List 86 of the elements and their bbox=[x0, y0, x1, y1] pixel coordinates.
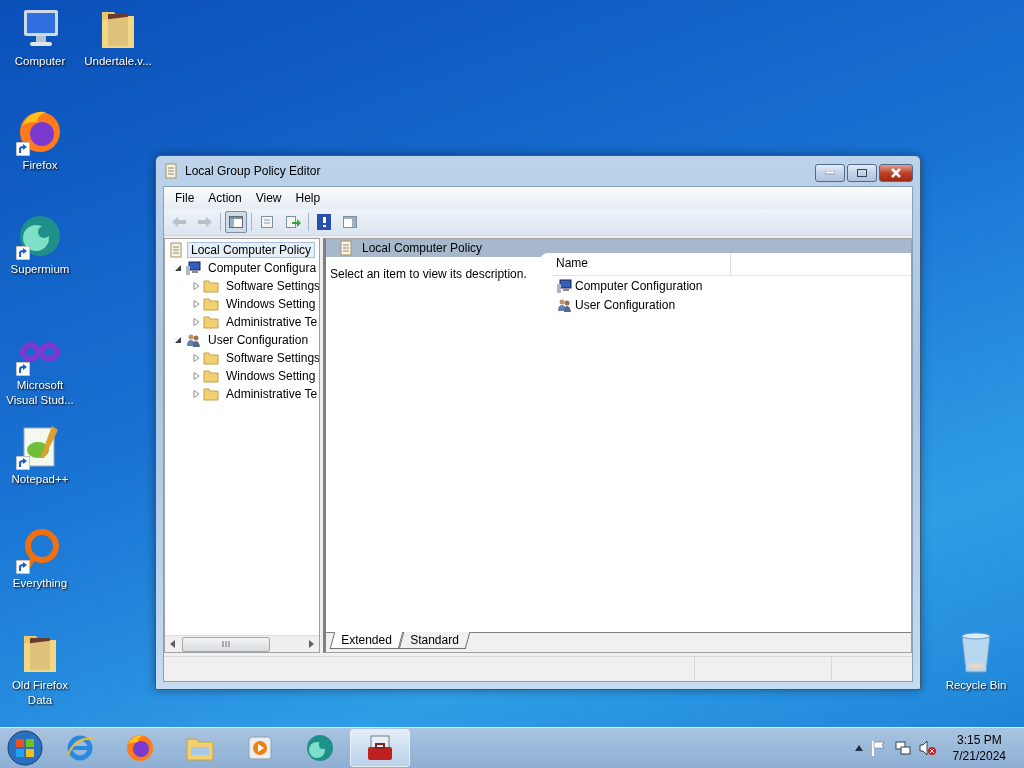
tree-item[interactable]: Administrative Te bbox=[222, 386, 319, 402]
view-tab[interactable]: Extended bbox=[329, 632, 403, 649]
flag-icon[interactable] bbox=[870, 740, 887, 756]
desktop-icon-label[interactable]: Computer bbox=[14, 54, 66, 69]
globe-icon bbox=[125, 733, 155, 763]
users-icon bbox=[185, 332, 201, 348]
desktop-icon-label[interactable]: Undertale.v... bbox=[84, 54, 152, 69]
desktop-icon-label[interactable]: Microsoft Visual Stud... bbox=[0, 378, 80, 408]
pane-header-title: Local Computer Policy bbox=[362, 241, 483, 255]
desktop-icon-label[interactable]: Everything bbox=[12, 576, 68, 591]
scrollbar-thumb[interactable] bbox=[182, 636, 270, 652]
maximize-button[interactable] bbox=[847, 164, 877, 182]
clock-date[interactable]: 7/21/2024 bbox=[952, 748, 1006, 764]
folder-icon bbox=[203, 368, 219, 384]
expand-arrow-icon[interactable] bbox=[193, 282, 200, 290]
folder-icon bbox=[203, 386, 219, 402]
shortcut-arrow-icon bbox=[16, 560, 30, 574]
tree-toggle-button[interactable] bbox=[225, 211, 247, 233]
tree-item[interactable]: Windows Setting bbox=[222, 368, 319, 384]
tree-item[interactable]: Windows Setting bbox=[222, 296, 319, 312]
grip-icon bbox=[222, 641, 230, 647]
folder-icon bbox=[203, 314, 219, 330]
tree-item[interactable]: User Configuration bbox=[204, 332, 313, 348]
minimize-button[interactable] bbox=[815, 164, 845, 182]
window-title: Local Group Policy Editor bbox=[185, 164, 322, 178]
shortcut-arrow-icon bbox=[16, 142, 30, 156]
scroll-right-icon[interactable] bbox=[306, 640, 316, 648]
network-icon[interactable] bbox=[894, 740, 911, 756]
right-arrow-icon bbox=[197, 216, 213, 228]
left-arrow-icon bbox=[171, 216, 187, 228]
tree-item[interactable]: Local Computer Policy bbox=[187, 242, 316, 258]
action-pane-icon bbox=[343, 216, 357, 228]
play-icon bbox=[245, 733, 275, 763]
folder-icon bbox=[203, 278, 219, 294]
minimize-icon bbox=[825, 171, 835, 175]
clock-time[interactable]: 3:15 PM bbox=[956, 732, 1002, 748]
view-tab[interactable]: Standard bbox=[398, 632, 470, 649]
desktop-icon-label[interactable]: Notepad++ bbox=[11, 472, 69, 487]
list-item[interactable]: User Configuration bbox=[575, 297, 676, 312]
menu-item[interactable]: Help bbox=[288, 189, 328, 207]
document-icon bbox=[163, 163, 179, 179]
muted-speaker-icon[interactable] bbox=[918, 740, 937, 756]
desktop-icon-label[interactable]: Firefox bbox=[22, 158, 58, 173]
tree-item[interactable]: Computer Configura bbox=[204, 260, 319, 276]
menu-item[interactable]: View bbox=[248, 189, 289, 207]
tree-item[interactable]: Software Settings bbox=[222, 278, 319, 294]
shortcut-arrow-icon bbox=[16, 246, 30, 260]
toolbox-icon bbox=[365, 733, 395, 763]
sheet-icon bbox=[260, 215, 274, 229]
caret-icon[interactable] bbox=[854, 745, 863, 751]
orb-icon bbox=[305, 733, 335, 763]
menu-item[interactable]: Action bbox=[201, 189, 249, 207]
list-item[interactable]: Computer Configuration bbox=[575, 278, 703, 293]
computer-icon bbox=[556, 277, 572, 294]
horizontal-scrollbar[interactable] bbox=[165, 635, 319, 652]
folder-icon bbox=[203, 350, 219, 366]
collapse-arrow-icon[interactable] bbox=[175, 336, 182, 344]
taskbar-app-button[interactable] bbox=[350, 729, 410, 767]
tree-item[interactable]: Software Settings bbox=[222, 350, 319, 366]
expand-arrow-icon[interactable] bbox=[193, 354, 200, 362]
maximize-icon bbox=[857, 169, 867, 177]
close-button[interactable] bbox=[879, 164, 913, 182]
expand-arrow-icon[interactable] bbox=[193, 300, 200, 308]
computer-icon bbox=[185, 260, 201, 276]
collapse-arrow-icon[interactable] bbox=[175, 264, 182, 272]
scroll-left-icon[interactable] bbox=[168, 640, 178, 648]
description-text: Select an item to view its description. bbox=[330, 267, 527, 281]
export-icon bbox=[285, 215, 301, 229]
document-icon bbox=[338, 240, 354, 256]
document-icon bbox=[168, 242, 184, 258]
close-icon bbox=[891, 168, 901, 178]
shortcut-arrow-icon bbox=[16, 456, 30, 470]
shortcut-arrow-icon bbox=[16, 362, 30, 376]
expand-arrow-icon[interactable] bbox=[193, 318, 200, 326]
tree-item[interactable]: Administrative Te bbox=[222, 314, 319, 330]
expand-arrow-icon[interactable] bbox=[193, 390, 200, 398]
expand-arrow-icon[interactable] bbox=[193, 372, 200, 380]
folder-icon bbox=[203, 296, 219, 312]
desktop-icon-label[interactable]: Recycle Bin bbox=[945, 678, 1007, 693]
menu-item[interactable]: File bbox=[168, 189, 202, 207]
desktop-icon-label[interactable]: Supermium bbox=[10, 262, 70, 277]
tree-pane-icon bbox=[229, 216, 243, 228]
column-header[interactable]: Name bbox=[552, 253, 731, 275]
e-logo-icon bbox=[65, 733, 95, 763]
help-icon bbox=[317, 214, 331, 230]
desktop-icon-label[interactable]: Old Firefox Data bbox=[0, 678, 80, 708]
